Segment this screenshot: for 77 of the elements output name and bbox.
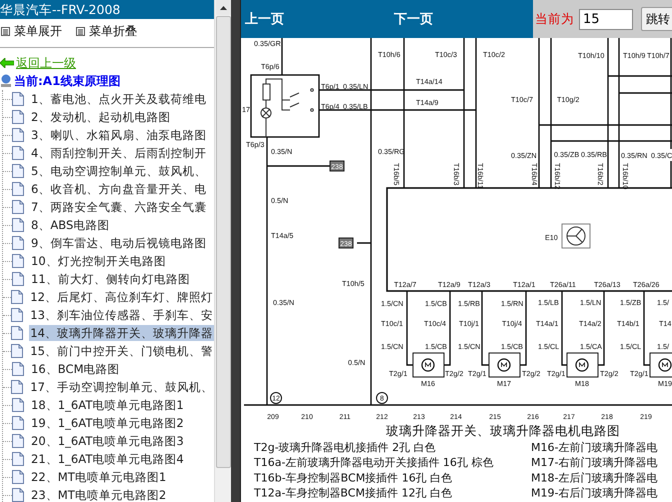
tree-item[interactable]: 7、两路安全气囊、六路安全气囊: [30, 199, 208, 215]
tree-item[interactable]: 20、1_6AT电喷单元电路图3: [30, 433, 185, 449]
document-icon: [11, 344, 24, 358]
document-icon: [12, 128, 24, 142]
document-icon: [12, 110, 24, 124]
document-icon: [12, 164, 24, 178]
tree-item[interactable]: 22、MT电喷单元电路图1: [30, 469, 168, 485]
document-icon: [11, 326, 24, 340]
motor-icon: [412, 352, 444, 378]
tree-item[interactable]: 21、1_6AT电喷单元电路图4: [30, 451, 185, 467]
legend-entry: T16b-车身控制器BCM接插件 16孔 白色: [254, 471, 452, 484]
document-icon: [12, 236, 24, 250]
document-icon: [12, 452, 24, 466]
tree-item[interactable]: 10、灯光控制开关电路图: [30, 253, 167, 269]
legend-entry: M17-右前门玻璃升降器电: [531, 456, 658, 470]
scrollbar[interactable]: [214, 0, 231, 502]
legend-entry: M16-左前门玻璃升降器电: [531, 441, 658, 454]
menu-link[interactable]: 菜单折叠: [89, 22, 137, 40]
scroll-up-button[interactable]: [216, 0, 231, 15]
tree-item[interactable]: 15、前门中控开关、门锁电机、警: [29, 343, 214, 359]
back-link[interactable]: 返回上一级: [16, 54, 76, 72]
legend-entry: T12a-车身控制器BCM接插件 12孔 白色: [254, 486, 452, 500]
document-icon: [12, 398, 24, 412]
tree-item[interactable]: 18、1_6AT电喷单元电路图1: [30, 397, 185, 413]
legend-entry: T2g-玻璃升降器电机接插件 2孔 白色: [254, 441, 436, 454]
tree-item[interactable]: 13、刹车油位传感器、手刹车、安: [29, 307, 214, 323]
document-icon: [12, 434, 24, 448]
tree-item[interactable]: 19、1_6AT电喷单元电路图2: [30, 415, 185, 431]
page-input[interactable]: 15: [579, 8, 633, 30]
tree-item[interactable]: 6、收音机、方向盘音量开关、电: [30, 181, 208, 197]
legend-entry: M18-左后门玻璃升降器电: [531, 471, 658, 484]
tree-item[interactable]: 2、发动机、起动机电路图: [30, 109, 172, 125]
motor-icon: [566, 352, 598, 378]
document-icon: [12, 200, 24, 214]
tree-item[interactable]: 23、MT电喷单元电路图2: [30, 487, 168, 502]
menu-link[interactable]: 菜单展开: [14, 22, 62, 40]
document-icon: [12, 488, 24, 502]
tree-item[interactable]: 12、后尾灯、高位刹车灯、牌照灯: [29, 289, 214, 305]
document-icon: [12, 254, 24, 268]
app-title: 华晨汽车--FRV-2008: [0, 0, 214, 19]
document-icon: [12, 146, 24, 160]
document-icon: [11, 380, 24, 394]
previous-page-link[interactable]: 上一页: [245, 10, 284, 28]
tree-item[interactable]: 9、倒车雷达、电动后视镜电路图: [30, 235, 208, 251]
gauge-icon: [562, 224, 590, 248]
list-icon: [76, 26, 85, 36]
document-icon: [12, 218, 24, 232]
document-icon: [12, 92, 24, 106]
tree-item[interactable]: 8、ABS电路图: [30, 217, 110, 233]
document-icon: [12, 416, 24, 430]
globe-icon: [0, 74, 12, 88]
tree-item[interactable]: 4、雨刮控制开关、后雨刮控制开: [30, 145, 208, 161]
current-section-heading: 当前:A1线束原理图: [14, 72, 120, 90]
tree-item[interactable]: 1、蓄电池、点火开关及载荷维电: [30, 91, 208, 107]
legend-entry: M19-右后门玻璃升降器电: [531, 486, 658, 500]
tree-item[interactable]: 14、玻璃升降器开关、玻璃升降器: [29, 325, 214, 341]
document-icon: [12, 470, 24, 484]
page-label: 当前为: [535, 10, 574, 28]
tree-item[interactable]: 17、手动空调控制单元、鼓风机、: [29, 379, 214, 395]
tree-item[interactable]: 5、电动空调控制单元、鼓风机、: [30, 163, 208, 179]
scrollbar-thumb[interactable]: [216, 16, 231, 468]
arrow-left-icon: [0, 58, 14, 68]
diagram-title: 玻璃升降器开关、玻璃升降器电机电路图: [386, 423, 620, 438]
relay-drawing: [250, 74, 320, 138]
document-icon: [12, 182, 24, 196]
document-icon: [11, 308, 24, 322]
tree-item[interactable]: 11、前大灯、侧转向灯电路图: [30, 271, 191, 287]
next-page-link[interactable]: 下一页: [394, 10, 433, 28]
document-icon: [12, 272, 24, 286]
motor-icon: [488, 352, 520, 378]
go-button[interactable]: 跳转: [641, 7, 672, 31]
tree-item[interactable]: 3、喇叭、水箱风扇、油泵电路图: [30, 127, 208, 143]
legend-entry: T16a-左前玻璃升降器电动开关接插件 16孔 棕色: [254, 456, 494, 470]
document-icon: [11, 290, 24, 304]
document-icon: [12, 362, 24, 376]
tree-item[interactable]: 16、BCM电路图: [30, 361, 121, 377]
caret-up-icon: [220, 6, 227, 10]
